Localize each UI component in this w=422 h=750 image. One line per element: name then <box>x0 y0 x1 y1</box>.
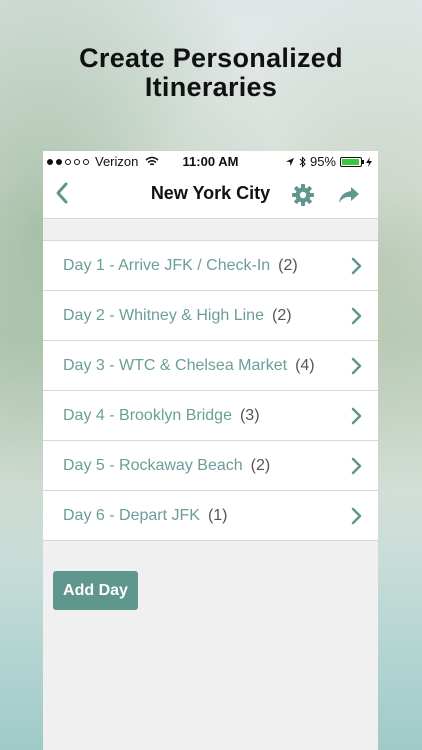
day-row[interactable]: Day 5 - Rockaway Beach (2) <box>43 441 378 491</box>
day-label: Day 3 - WTC & Chelsea Market <box>63 357 288 374</box>
day-row[interactable]: Day 1 - Arrive JFK / Check-In (2) <box>43 241 378 291</box>
day-count: (2) <box>278 257 298 274</box>
day-label-wrap: Day 4 - Brooklyn Bridge (3) <box>63 391 260 440</box>
day-row[interactable]: Day 2 - Whitney & High Line (2) <box>43 291 378 341</box>
status-bar: Verizon 11:00 AM 95% <box>43 151 378 171</box>
day-row[interactable]: Day 4 - Brooklyn Bridge (3) <box>43 391 378 441</box>
headline: Create Personalized Itineraries <box>0 44 422 102</box>
day-label-wrap: Day 5 - Rockaway Beach (2) <box>63 441 270 490</box>
day-label: Day 1 - Arrive JFK / Check-In <box>63 257 271 274</box>
day-label-wrap: Day 3 - WTC & Chelsea Market (4) <box>63 341 315 390</box>
battery-percent: 95% <box>309 154 336 169</box>
headline-line1: Create Personalized <box>79 43 343 73</box>
day-label-wrap: Day 1 - Arrive JFK / Check-In (2) <box>63 241 298 290</box>
chevron-right-icon <box>351 257 362 275</box>
phone-screen: Verizon 11:00 AM 95% New York City Day 1… <box>43 151 378 750</box>
gear-icon[interactable] <box>291 183 315 207</box>
day-row[interactable]: Day 3 - WTC & Chelsea Market (4) <box>43 341 378 391</box>
day-count: (2) <box>250 457 271 474</box>
day-label-wrap: Day 6 - Depart JFK (1) <box>63 491 228 540</box>
chevron-right-icon <box>351 307 362 325</box>
day-label: Day 4 - Brooklyn Bridge <box>63 407 232 424</box>
status-right: 95% <box>285 154 372 169</box>
day-list: Day 1 - Arrive JFK / Check-In (2) Day 2 -… <box>43 240 378 541</box>
chevron-right-icon <box>351 407 362 425</box>
day-count: (4) <box>295 357 315 374</box>
day-label: Day 5 - Rockaway Beach <box>63 457 243 474</box>
chevron-right-icon <box>351 457 362 475</box>
day-row[interactable]: Day 6 - Depart JFK (1) <box>43 491 378 541</box>
day-label: Day 6 - Depart JFK <box>63 507 200 524</box>
day-count: (3) <box>239 407 260 424</box>
location-arrow-icon <box>285 157 294 166</box>
chevron-right-icon <box>351 357 362 375</box>
headline-line2: Itineraries <box>144 72 278 102</box>
day-count: (2) <box>271 307 292 324</box>
page-title: New York City <box>150 183 271 203</box>
day-count: (1) <box>207 507 228 524</box>
day-label: Day 2 - Whitney & High Line <box>63 307 264 324</box>
share-icon[interactable] <box>337 184 361 206</box>
navigation-bar: New York City <box>43 171 378 219</box>
day-label-wrap: Day 2 - Whitney & High Line (2) <box>63 291 292 340</box>
charging-bolt-icon <box>366 156 372 167</box>
add-day-button[interactable]: Add Day <box>53 571 138 610</box>
chevron-right-icon <box>351 507 362 525</box>
battery-icon <box>340 156 364 167</box>
bluetooth-icon <box>299 155 306 168</box>
